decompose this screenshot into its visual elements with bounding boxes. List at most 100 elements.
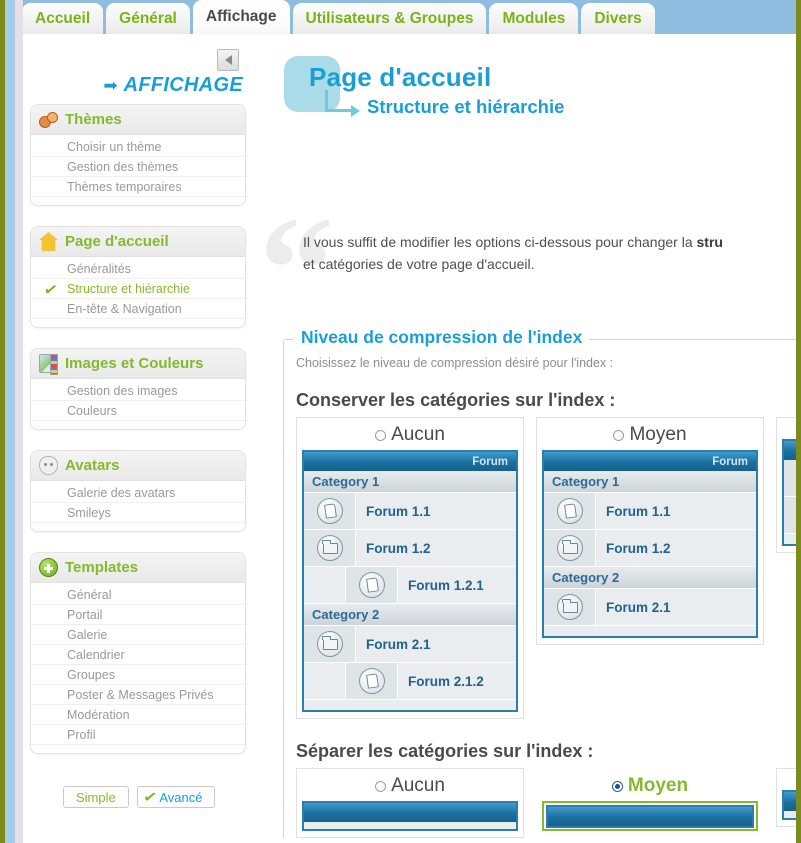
mode-advanced-button[interactable]: ✓ Avancé xyxy=(137,786,216,808)
sidebar-item-label: Couleurs xyxy=(67,404,117,418)
radio-aucun[interactable] xyxy=(375,430,386,441)
compression-fieldset: Niveau de compression de l'index Choisis… xyxy=(283,339,796,838)
sidebar-item-portail[interactable]: Portail xyxy=(31,605,245,625)
panel-header: Images et Couleurs xyxy=(31,349,245,379)
radio-aucun[interactable] xyxy=(375,781,386,792)
sidebar-item-gestion-des-images[interactable]: Gestion des images xyxy=(31,381,245,401)
app-window: AccueilGénéralAffichageUtilisateurs & Gr… xyxy=(0,0,801,843)
forum-preview-name: Forum 1.1 xyxy=(596,498,756,525)
forum-preview-row: Forum 2.1.2 xyxy=(304,663,516,700)
option-moyen[interactable]: Moyen xyxy=(536,768,764,838)
window-accent-strip-lavender xyxy=(15,0,23,843)
forum-preview[interactable] xyxy=(542,801,758,831)
forum-preview-footer xyxy=(304,700,516,710)
sidebar-item-mod-ration[interactable]: Modération xyxy=(31,705,245,725)
sidebar-item-structure-et-hi-rarchie[interactable]: ✓ Structure et hiérarchie xyxy=(31,279,245,299)
forum-preview-icon-cell xyxy=(304,530,356,566)
folder-icon-glyph xyxy=(323,543,338,554)
sidebar-panel-avatars: AvatarsGalerie des avatarsSmileys xyxy=(30,450,246,532)
option-group: AucunMoyen xyxy=(296,768,790,838)
panel-title: Templates xyxy=(65,559,138,576)
page-icon-glyph xyxy=(366,577,379,592)
forum-preview[interactable] xyxy=(782,790,796,820)
forum-preview-footer xyxy=(784,534,796,544)
folder-icon xyxy=(557,535,583,561)
panel-header: Templates xyxy=(31,553,245,583)
sidebar-item-smileys[interactable]: Smileys xyxy=(31,503,245,523)
forum-preview-row: Forum 1.2 xyxy=(544,530,756,567)
forum-preview-header xyxy=(784,441,796,460)
sidebar-item-label: Portail xyxy=(67,608,102,622)
tab-accueil[interactable]: Accueil xyxy=(22,3,103,34)
check-icon: ✓ xyxy=(43,280,63,298)
forum-preview-name: Forum 1.2.1 xyxy=(398,572,516,599)
mode-simple-button[interactable]: Simple xyxy=(63,786,129,808)
forum-preview-icon-cell xyxy=(346,567,398,603)
folder-icon xyxy=(317,535,343,561)
sidebar-item-label: Profil xyxy=(67,728,95,742)
avatar-icon xyxy=(39,456,58,475)
tab-affichage[interactable]: Affichage xyxy=(193,0,290,34)
tab-utilisateurs-groupes[interactable]: Utilisateurs & Groupes xyxy=(293,3,487,34)
sidebar-item-calendrier[interactable]: Calendrier xyxy=(31,645,245,665)
option-label: Aucun xyxy=(391,424,445,446)
palette-icon xyxy=(39,110,58,129)
option-aucun[interactable]: Aucun xyxy=(296,768,524,838)
sidebar-item-label: Gestion des images xyxy=(67,384,177,398)
panel-body: Gestion des images Couleurs xyxy=(31,379,245,429)
forum-preview[interactable] xyxy=(302,801,518,831)
page-icon xyxy=(359,572,385,598)
sidebar-item-g-n-ral[interactable]: Général xyxy=(31,585,245,605)
sidebar-item-label: Choisir un thème xyxy=(67,140,162,154)
forum-preview-inner xyxy=(784,441,796,544)
main-content: Page d'accueil Structure et hiérarchie “… xyxy=(251,34,796,838)
panel-body: Général Portail Galerie CalendrierGroupesPo… xyxy=(31,583,245,753)
sidebar-item-poster-messages-priv-s[interactable]: Poster & Messages Privés xyxy=(31,685,245,705)
sidebar-item-galerie[interactable]: Galerie xyxy=(31,625,245,645)
sidebar-item-en-t-te-navigation[interactable]: En-tête & Navigation xyxy=(31,299,245,319)
option-aucun[interactable]: Aucun ForumCategory 1Forum 1.1Forum 1.2Fo… xyxy=(296,417,524,719)
sidebar-item-couleurs[interactable]: Couleurs xyxy=(31,401,245,421)
sidebar-item-label: Structure et hiérarchie xyxy=(67,282,190,296)
forum-preview[interactable]: ForumCategory 1Forum 1.1Forum 1.2Categor… xyxy=(542,450,758,638)
window-border-right xyxy=(796,0,801,843)
forum-preview-category: Category 2 xyxy=(544,567,756,589)
sidebar-item-label: Galerie xyxy=(67,628,107,642)
forum-preview[interactable] xyxy=(782,439,796,546)
forum-preview-icon-cell xyxy=(544,493,596,529)
radio-moyen[interactable] xyxy=(613,430,624,441)
page-title: Page d'accueil xyxy=(309,62,491,93)
tab-modules[interactable]: Modules xyxy=(489,3,578,34)
sidebar-item-choisir-un-th-me[interactable]: Choisir un thème xyxy=(31,137,245,157)
sidebar-item-galerie-des-avatars[interactable]: Galerie des avatars xyxy=(31,483,245,503)
forum-preview-inner: ForumCategory 1Forum 1.1Forum 1.2Forum 1… xyxy=(304,452,516,710)
option-moyen[interactable]: MoyenForumCategory 1Forum 1.1Forum 1.2Ca… xyxy=(536,417,764,645)
forum-preview-category: Category 2 xyxy=(304,604,516,626)
sidebar-item-profil[interactable]: Profil xyxy=(31,725,245,745)
tab-g-n-ral[interactable]: Général xyxy=(106,3,190,34)
forum-preview[interactable]: ForumCategory 1Forum 1.1Forum 1.2Forum 1… xyxy=(302,450,518,712)
option-clipped[interactable] xyxy=(776,768,796,827)
mode-simple-label: Simple xyxy=(76,790,116,805)
arrow-right-icon: ➡ xyxy=(103,77,117,94)
folder-icon-glyph xyxy=(563,602,578,613)
forum-preview-icon-cell xyxy=(544,530,596,566)
panel-body: Choisir un thème Gestion des thèmesThèmes… xyxy=(31,135,245,205)
sidebar-item-g-n-ralit-s[interactable]: Généralités xyxy=(31,259,245,279)
option-clipped[interactable] xyxy=(776,417,796,553)
forum-preview-indent xyxy=(304,567,346,603)
forum-preview-category: Category 1 xyxy=(544,471,756,493)
home-icon xyxy=(39,232,58,251)
radio-moyen[interactable] xyxy=(612,781,623,792)
sidebar-item-gestion-des-th-mes[interactable]: Gestion des thèmes xyxy=(31,157,245,177)
tab-divers[interactable]: Divers xyxy=(581,3,654,34)
window-border-left xyxy=(0,0,5,843)
sidebar-item-th-mes-temporaires[interactable]: Thèmes temporaires xyxy=(31,177,245,197)
panel-header: Avatars xyxy=(31,451,245,481)
sidebar-collapse-button[interactable] xyxy=(217,49,239,71)
fieldset-note: Choisissez le niveau de compression dési… xyxy=(296,356,790,370)
sidebar-item-groupes[interactable]: Groupes xyxy=(31,665,245,685)
tab-label: Divers xyxy=(594,10,641,28)
page-icon-glyph xyxy=(564,503,577,518)
forum-preview-header xyxy=(304,803,516,822)
